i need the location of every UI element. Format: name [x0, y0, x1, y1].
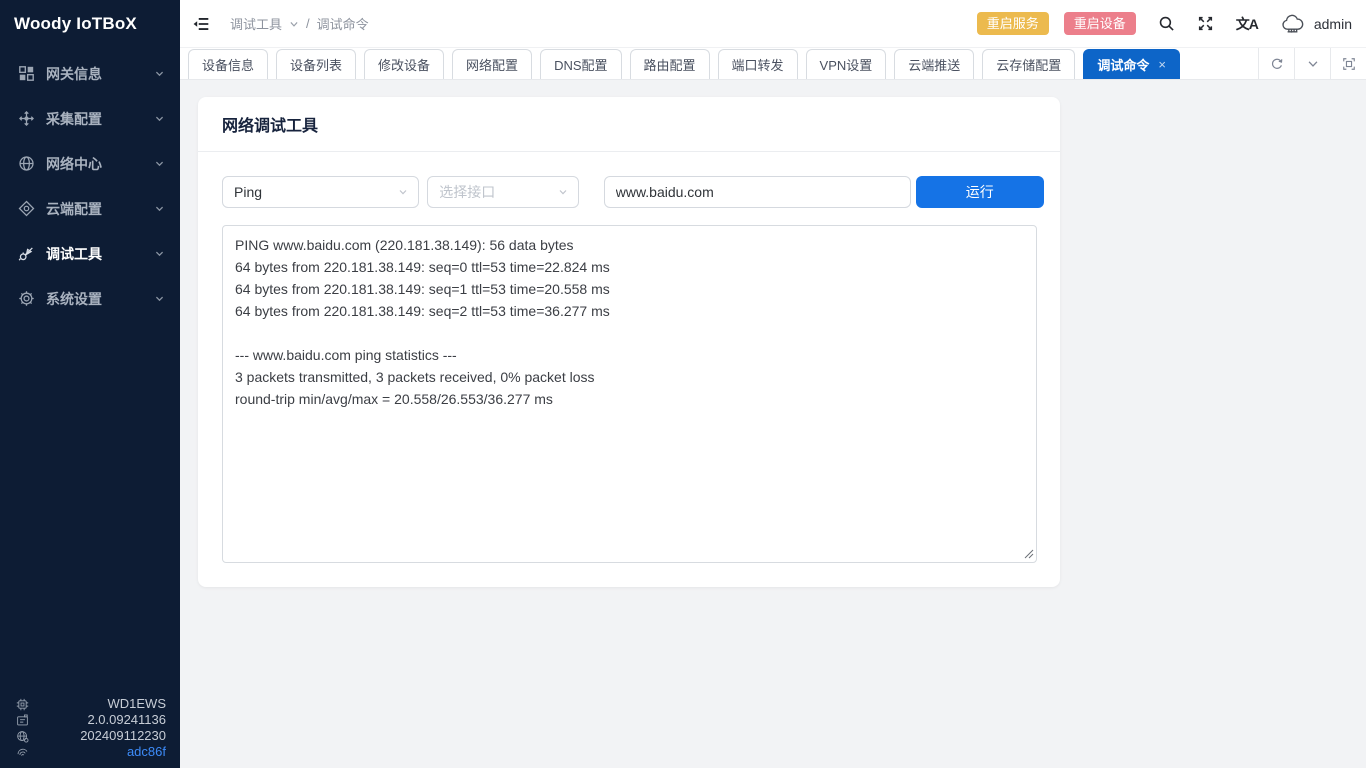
username[interactable]: admin	[1314, 16, 1352, 32]
sidebar: Woody IoTBoX 网关信息 采集配置 网络中心 云端配置	[0, 0, 180, 768]
chevron-down-icon	[154, 203, 165, 214]
sidebar-item-network-center[interactable]: 网络中心	[0, 141, 180, 186]
refresh-icon[interactable]	[1258, 48, 1294, 79]
chevron-down-icon[interactable]	[289, 19, 299, 29]
sidebar-item-label: 网关信息	[46, 64, 154, 84]
command-select[interactable]: Ping	[222, 176, 419, 208]
maximize-icon[interactable]	[1330, 48, 1366, 79]
app-logo: Woody IoTBoX	[0, 0, 180, 48]
run-button[interactable]: 运行	[916, 176, 1044, 208]
tab-cloud-push[interactable]: 云端推送	[894, 49, 974, 79]
avatar[interactable]	[1280, 11, 1305, 36]
version-icon	[16, 714, 29, 727]
chevron-down-icon	[557, 186, 569, 198]
output-wrapper: PING www.baidu.com (220.181.38.149): 56 …	[222, 225, 1037, 563]
grid-icon	[18, 65, 35, 82]
chevron-down-icon[interactable]	[1294, 48, 1330, 79]
sidebar-item-label: 调试工具	[46, 244, 154, 264]
sidebar-item-system-settings[interactable]: 系统设置	[0, 276, 180, 321]
tab-vpn-settings[interactable]: VPN设置	[806, 49, 887, 79]
top-header: 调试工具 / 调试命令 重启服务 重启设备 文A admin	[180, 0, 1366, 48]
network-debug-card: 网络调试工具 Ping 选择接口 运行	[198, 97, 1060, 587]
sidebar-item-gateway-info[interactable]: 网关信息	[0, 51, 180, 96]
build-number: 202409112230	[37, 728, 166, 744]
firmware-version-row: 2.0.09241136	[16, 712, 166, 728]
breadcrumb: 调试工具 / 调试命令	[230, 14, 369, 33]
menu-fold-icon[interactable]	[192, 15, 210, 33]
resize-grip-icon[interactable]	[1023, 548, 1034, 559]
debug-form: Ping 选择接口 运行	[222, 176, 1044, 208]
interface-select-placeholder: 选择接口	[439, 182, 495, 202]
device-id-row: adc86f	[16, 744, 166, 760]
tab-controls	[1258, 48, 1366, 79]
sidebar-item-debug-tools[interactable]: 调试工具	[0, 231, 180, 276]
breadcrumb-separator: /	[306, 16, 310, 31]
tab-modify-device[interactable]: 修改设备	[364, 49, 444, 79]
chevron-down-icon	[154, 293, 165, 304]
command-select-value: Ping	[234, 184, 262, 200]
cloud-config-icon	[18, 200, 35, 217]
tab-device-info[interactable]: 设备信息	[188, 49, 268, 79]
debug-icon	[18, 245, 35, 262]
firmware-version: 2.0.09241136	[37, 712, 166, 728]
sidebar-item-label: 网络中心	[46, 154, 154, 174]
sidebar-item-collect-config[interactable]: 采集配置	[0, 96, 180, 141]
restart-device-button[interactable]: 重启设备	[1064, 12, 1136, 35]
search-icon[interactable]	[1158, 15, 1175, 32]
tab-device-list[interactable]: 设备列表	[276, 49, 356, 79]
tab-dns-config[interactable]: DNS配置	[540, 49, 621, 79]
chevron-down-icon	[397, 186, 409, 198]
sidebar-item-label: 云端配置	[46, 199, 154, 219]
interface-select[interactable]: 选择接口	[427, 176, 578, 208]
tab-network-config[interactable]: 网络配置	[452, 49, 532, 79]
fingerprint-icon	[16, 746, 29, 759]
tab-bar: 设备信息 设备列表 修改设备 网络配置 DNS配置 路由配置 端口转发 VPN设…	[180, 48, 1366, 80]
network-icon	[18, 155, 35, 172]
device-id-link[interactable]: adc86f	[37, 744, 166, 760]
device-model-row: WD1EWS	[16, 696, 166, 712]
tab-route-config[interactable]: 路由配置	[630, 49, 710, 79]
settings-icon	[18, 290, 35, 307]
tab-debug-command-active[interactable]: 调试命令 ×	[1083, 49, 1180, 79]
tab-port-forward[interactable]: 端口转发	[718, 49, 798, 79]
device-model: WD1EWS	[37, 696, 166, 712]
tab-cloud-storage-config[interactable]: 云存储配置	[982, 49, 1075, 79]
chevron-down-icon	[154, 158, 165, 169]
restart-service-button[interactable]: 重启服务	[977, 12, 1049, 35]
tab-label: 调试命令	[1097, 55, 1149, 74]
chevron-down-icon	[154, 113, 165, 124]
page-title: 网络调试工具	[222, 112, 318, 136]
breadcrumb-parent[interactable]: 调试工具	[230, 14, 282, 33]
target-input[interactable]	[604, 176, 911, 208]
sidebar-menu: 网关信息 采集配置 网络中心 云端配置 调试工具	[0, 48, 180, 321]
breadcrumb-current: 调试命令	[317, 14, 369, 33]
close-icon[interactable]: ×	[1158, 57, 1166, 72]
sidebar-item-label: 采集配置	[46, 109, 154, 129]
app-window: Woody IoTBoX 网关信息 采集配置 网络中心 云端配置	[0, 0, 1366, 768]
content-area: 网络调试工具 Ping 选择接口 运行	[180, 80, 1366, 768]
chip-icon	[16, 698, 29, 711]
translate-icon[interactable]: 文A	[1236, 14, 1258, 34]
sidebar-item-cloud-config[interactable]: 云端配置	[0, 186, 180, 231]
card-body: Ping 选择接口 运行 PING www.baidu.com (220.181…	[198, 152, 1060, 587]
card-header: 网络调试工具	[198, 97, 1060, 152]
sidebar-item-label: 系统设置	[46, 289, 154, 309]
build-icon	[16, 730, 29, 743]
ping-output[interactable]: PING www.baidu.com (220.181.38.149): 56 …	[222, 225, 1037, 563]
device-info-footer: WD1EWS 2.0.09241136 202409112230 adc86f	[0, 696, 180, 760]
build-number-row: 202409112230	[16, 728, 166, 744]
main-area: 调试工具 / 调试命令 重启服务 重启设备 文A admin 设备信息 设备列表…	[180, 0, 1366, 768]
chevron-down-icon	[154, 68, 165, 79]
chevron-down-icon	[154, 248, 165, 259]
collect-icon	[18, 110, 35, 127]
fullscreen-icon[interactable]	[1197, 15, 1214, 32]
